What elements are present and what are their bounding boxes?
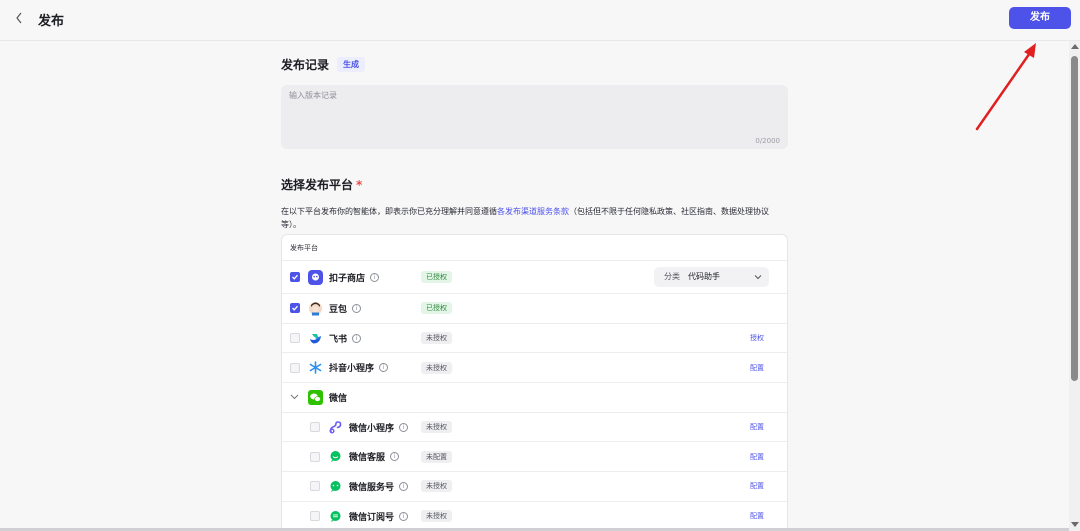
platform-row[interactable]: 飞书 i 未授权 授权 <box>282 324 787 354</box>
feishu-icon <box>308 331 323 346</box>
platform-name: 豆包 <box>329 304 348 315</box>
platform-row[interactable]: 微信订阅号 i 未授权 配置 <box>282 502 787 531</box>
info-icon[interactable]: i <box>352 333 361 343</box>
category-value: 代码助手 <box>688 272 720 281</box>
platform-row[interactable]: 微信客服 i 未配置 配置 <box>282 442 787 473</box>
platform-checkbox[interactable] <box>310 511 320 522</box>
scrollbar[interactable] <box>1069 41 1080 531</box>
platform-row[interactable]: 扣子商店 i 已授权 分类 代码助手 <box>282 261 787 294</box>
platform-checkbox[interactable] <box>290 362 300 373</box>
info-icon[interactable]: i <box>399 422 408 432</box>
terms-link[interactable]: 各发布渠道服务条款 <box>497 207 569 216</box>
version-record-placeholder: 输入版本记录 <box>289 91 337 100</box>
scroll-down-icon[interactable] <box>1071 522 1079 527</box>
platform-section-title: 选择发布平台 * <box>281 176 788 193</box>
wechat-official-icon <box>328 479 343 494</box>
platform-name: 扣子商店 <box>329 273 366 284</box>
top-bar: 发布 发布 <box>0 0 1080 41</box>
table-header: 发布平台 <box>282 235 787 261</box>
configure-link[interactable]: 配置 <box>750 452 764 462</box>
record-title: 发布记录 <box>281 58 330 72</box>
platform-checkbox[interactable] <box>290 333 300 344</box>
info-icon[interactable]: i <box>390 452 399 462</box>
status-badge: 未授权 <box>421 480 452 493</box>
platform-name: 微信服务号 <box>349 482 395 493</box>
coze-store-icon <box>308 269 323 285</box>
page-title: 发布 <box>38 14 65 29</box>
version-record-input[interactable]: 输入版本记录 0/2000 <box>281 85 788 149</box>
platform-checkbox[interactable] <box>310 422 320 433</box>
wechat-miniapp-icon <box>328 420 343 435</box>
publish-button[interactable]: 发布 <box>1009 7 1071 29</box>
platform-table: 发布平台 扣子商店 i 已授权 分类 代码助手豆包 i 已授权飞书 i 未授权 授权抖音小程序 i 未… <box>281 234 788 531</box>
status-badge: 未授权 <box>421 361 452 374</box>
authorize-link[interactable]: 授权 <box>750 333 764 343</box>
platform-checkbox[interactable] <box>290 272 300 282</box>
platform-row[interactable]: 抖音小程序 i 未授权 配置 <box>282 353 787 384</box>
configure-link[interactable]: 配置 <box>750 422 764 432</box>
chevron-left-icon[interactable] <box>14 10 28 28</box>
status-badge: 已授权 <box>421 302 452 315</box>
platform-name: 微信小程序 <box>349 423 395 434</box>
platform-checkbox[interactable] <box>310 481 320 492</box>
platform-title: 选择发布平台 <box>281 178 354 192</box>
doubao-icon <box>308 301 323 316</box>
required-mark: * <box>356 177 363 192</box>
category-label: 分类 <box>664 272 680 281</box>
info-icon[interactable]: i <box>379 363 388 373</box>
wechat-service-icon <box>328 449 343 464</box>
main-content: 发布记录 生成 输入版本记录 0/2000 选择发布平台 * 在以下平台发布你的… <box>281 56 788 531</box>
wechat-subscription-icon <box>328 509 343 524</box>
platform-row[interactable]: 豆包 i 已授权 <box>282 294 787 324</box>
configure-link[interactable]: 配置 <box>750 363 764 373</box>
platform-description: 在以下平台发布你的智能体，即表示你已充分理解并同意遵循各发布渠道服务条款（包括但… <box>281 205 788 231</box>
platform-name: 微信订阅号 <box>349 512 395 523</box>
scrollbar-thumb[interactable] <box>1071 56 1078 381</box>
status-badge: 已授权 <box>421 271 452 283</box>
platform-row[interactable]: 微信小程序 i 未授权 配置 <box>282 413 787 443</box>
platform-checkbox[interactable] <box>290 303 300 314</box>
info-icon[interactable]: i <box>370 272 379 282</box>
generate-button[interactable]: 生成 <box>337 57 366 72</box>
wechat-icon <box>308 389 323 405</box>
status-badge: 未授权 <box>421 510 452 523</box>
platform-name: 飞书 <box>329 334 348 345</box>
platform-row[interactable]: 微信服务号 i 未授权 配置 <box>282 472 787 502</box>
char-counter: 0/2000 <box>755 137 780 145</box>
platform-checkbox[interactable] <box>310 451 320 462</box>
chevron-down-icon[interactable] <box>290 393 299 402</box>
douyin-miniapp-icon <box>308 360 323 375</box>
platform-name: 微信 <box>329 393 348 404</box>
configure-link[interactable]: 配置 <box>750 511 764 521</box>
info-icon[interactable]: i <box>399 481 408 491</box>
platform-group-row[interactable]: 微信 <box>282 383 787 413</box>
desc-prefix: 在以下平台发布你的智能体，即表示你已充分理解并同意遵循 <box>281 207 497 216</box>
status-badge: 未授权 <box>421 332 452 345</box>
info-icon[interactable]: i <box>399 511 408 521</box>
record-section-title: 发布记录 生成 <box>281 56 788 73</box>
scroll-up-icon[interactable] <box>1071 44 1079 49</box>
annotation-arrow-icon <box>975 43 1036 131</box>
chevron-down-icon <box>754 267 762 295</box>
platform-name: 抖音小程序 <box>329 364 375 375</box>
configure-link[interactable]: 配置 <box>750 481 764 491</box>
status-badge: 未授权 <box>421 421 452 434</box>
info-icon[interactable]: i <box>352 303 361 313</box>
category-select[interactable]: 分类 代码助手 <box>654 267 769 287</box>
status-badge: 未配置 <box>421 450 452 463</box>
platform-name: 微信客服 <box>349 453 386 464</box>
